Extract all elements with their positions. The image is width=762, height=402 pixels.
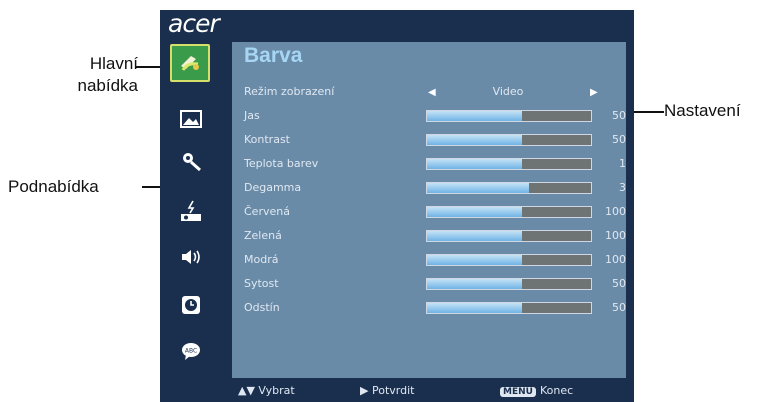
right-arrow-icon: ▶ [360,384,369,397]
setting-value: 1 [619,157,626,170]
display-mode-value: Video [492,85,524,98]
setting-value: 50 [612,277,626,290]
menu-item-settings[interactable] [174,146,208,176]
setting-label: Modrá [244,253,279,266]
setting-label: Degamma [244,181,302,194]
submenu-panel: Barva Režim zobrazení ◀ Video ▶ Jas 50 K… [232,42,626,378]
slider-fill [427,159,523,169]
slider-fill [427,231,523,241]
display-mode-row[interactable]: Režim zobrazení ◀ Video ▶ [232,82,626,102]
slider-fill [427,135,523,145]
setting-slider[interactable] [426,302,592,314]
menu-item-management[interactable] [174,196,208,226]
setting-value: 3 [619,181,626,194]
select-hint-label: Vybrat [258,384,295,397]
setting-slider[interactable] [426,206,592,218]
setting-value: 50 [612,133,626,146]
setting-row[interactable]: Kontrast 50 [232,130,626,150]
slider-fill [427,255,523,265]
setting-row[interactable]: Sytost 50 [232,274,626,294]
setting-row[interactable]: Modrá 100 [232,250,626,270]
menu-item-timer[interactable] [174,290,208,320]
setting-value: 100 [605,229,626,242]
slider-fill [427,183,529,193]
mode-left-arrow-icon[interactable]: ◀ [428,87,436,98]
setting-value: 100 [605,253,626,266]
mode-right-arrow-icon[interactable]: ▶ [590,87,598,98]
menu-item-audio[interactable] [174,242,208,272]
setting-label: Zelená [244,229,282,242]
settings-icon [183,153,201,172]
color-icon [181,56,199,71]
audio-icon [182,250,200,264]
main-menu-callout: Hlavní nabídka [62,53,139,97]
acer-logo: acer [168,9,220,38]
setting-slider[interactable] [426,278,592,290]
setting-slider[interactable] [426,182,592,194]
timer-icon [182,296,200,314]
setting-label: Odstín [244,301,280,314]
setting-slider[interactable] [426,134,592,146]
setting-row[interactable]: Červená 100 [232,202,626,222]
slider-fill [427,279,523,289]
setting-slider[interactable] [426,158,592,170]
setting-value: 50 [612,301,626,314]
confirm-hint: ▶ Potvrdit [360,384,414,397]
main-menu-callout-line1: Hlavní [89,54,138,73]
management-icon [181,200,201,221]
setting-row[interactable]: Zelená 100 [232,226,626,246]
setting-label: Červená [244,205,290,218]
display-mode-label: Režim zobrazení [244,85,335,98]
setting-label: Sytost [244,277,279,290]
image-icon [180,110,202,128]
setting-slider[interactable] [426,230,592,242]
confirm-hint-label: Potvrdit [371,384,415,397]
menu-key-icon: MENU [500,387,536,397]
setting-label: Jas [244,109,260,122]
settings-callout: Nastavení [664,101,741,120]
setting-label: Kontrast [244,133,290,146]
slider-fill [427,303,523,313]
slider-fill [427,207,523,217]
setting-value: 100 [605,205,626,218]
main-menu-callout-line2: nabídka [77,76,139,95]
select-hint: ▲▼ Vybrat [238,384,295,397]
setting-row[interactable]: Jas 50 [232,106,626,126]
slider-fill [427,111,523,121]
up-down-arrows-icon: ▲▼ [238,384,255,397]
language-icon: ABC [182,343,200,360]
setting-row[interactable]: Degamma 3 [232,178,626,198]
menu-item-image[interactable] [174,104,208,134]
setting-label: Teplota barev [244,157,319,170]
setting-value: 50 [612,109,626,122]
setting-row[interactable]: Odstín 50 [232,298,626,318]
menu-item-color[interactable] [170,44,210,82]
svg-text:ABC: ABC [185,348,197,355]
osd-menu-window: acer ABC Barva Režim zobrazení ◀ Video ▶… [160,10,634,402]
setting-row[interactable]: Teplota barev 1 [232,154,626,174]
setting-slider[interactable] [426,254,592,266]
page-title: Barva [244,44,303,67]
setting-slider[interactable] [426,110,592,122]
menu-item-language[interactable]: ABC [174,336,208,366]
exit-hint-label: Konec [539,384,574,397]
osd-footer: ▲▼ Vybrat ▶ Potvrdit MENU Konec [232,378,626,402]
exit-hint: MENU Konec [500,384,573,397]
submenu-callout: Podnabídka [8,177,99,196]
